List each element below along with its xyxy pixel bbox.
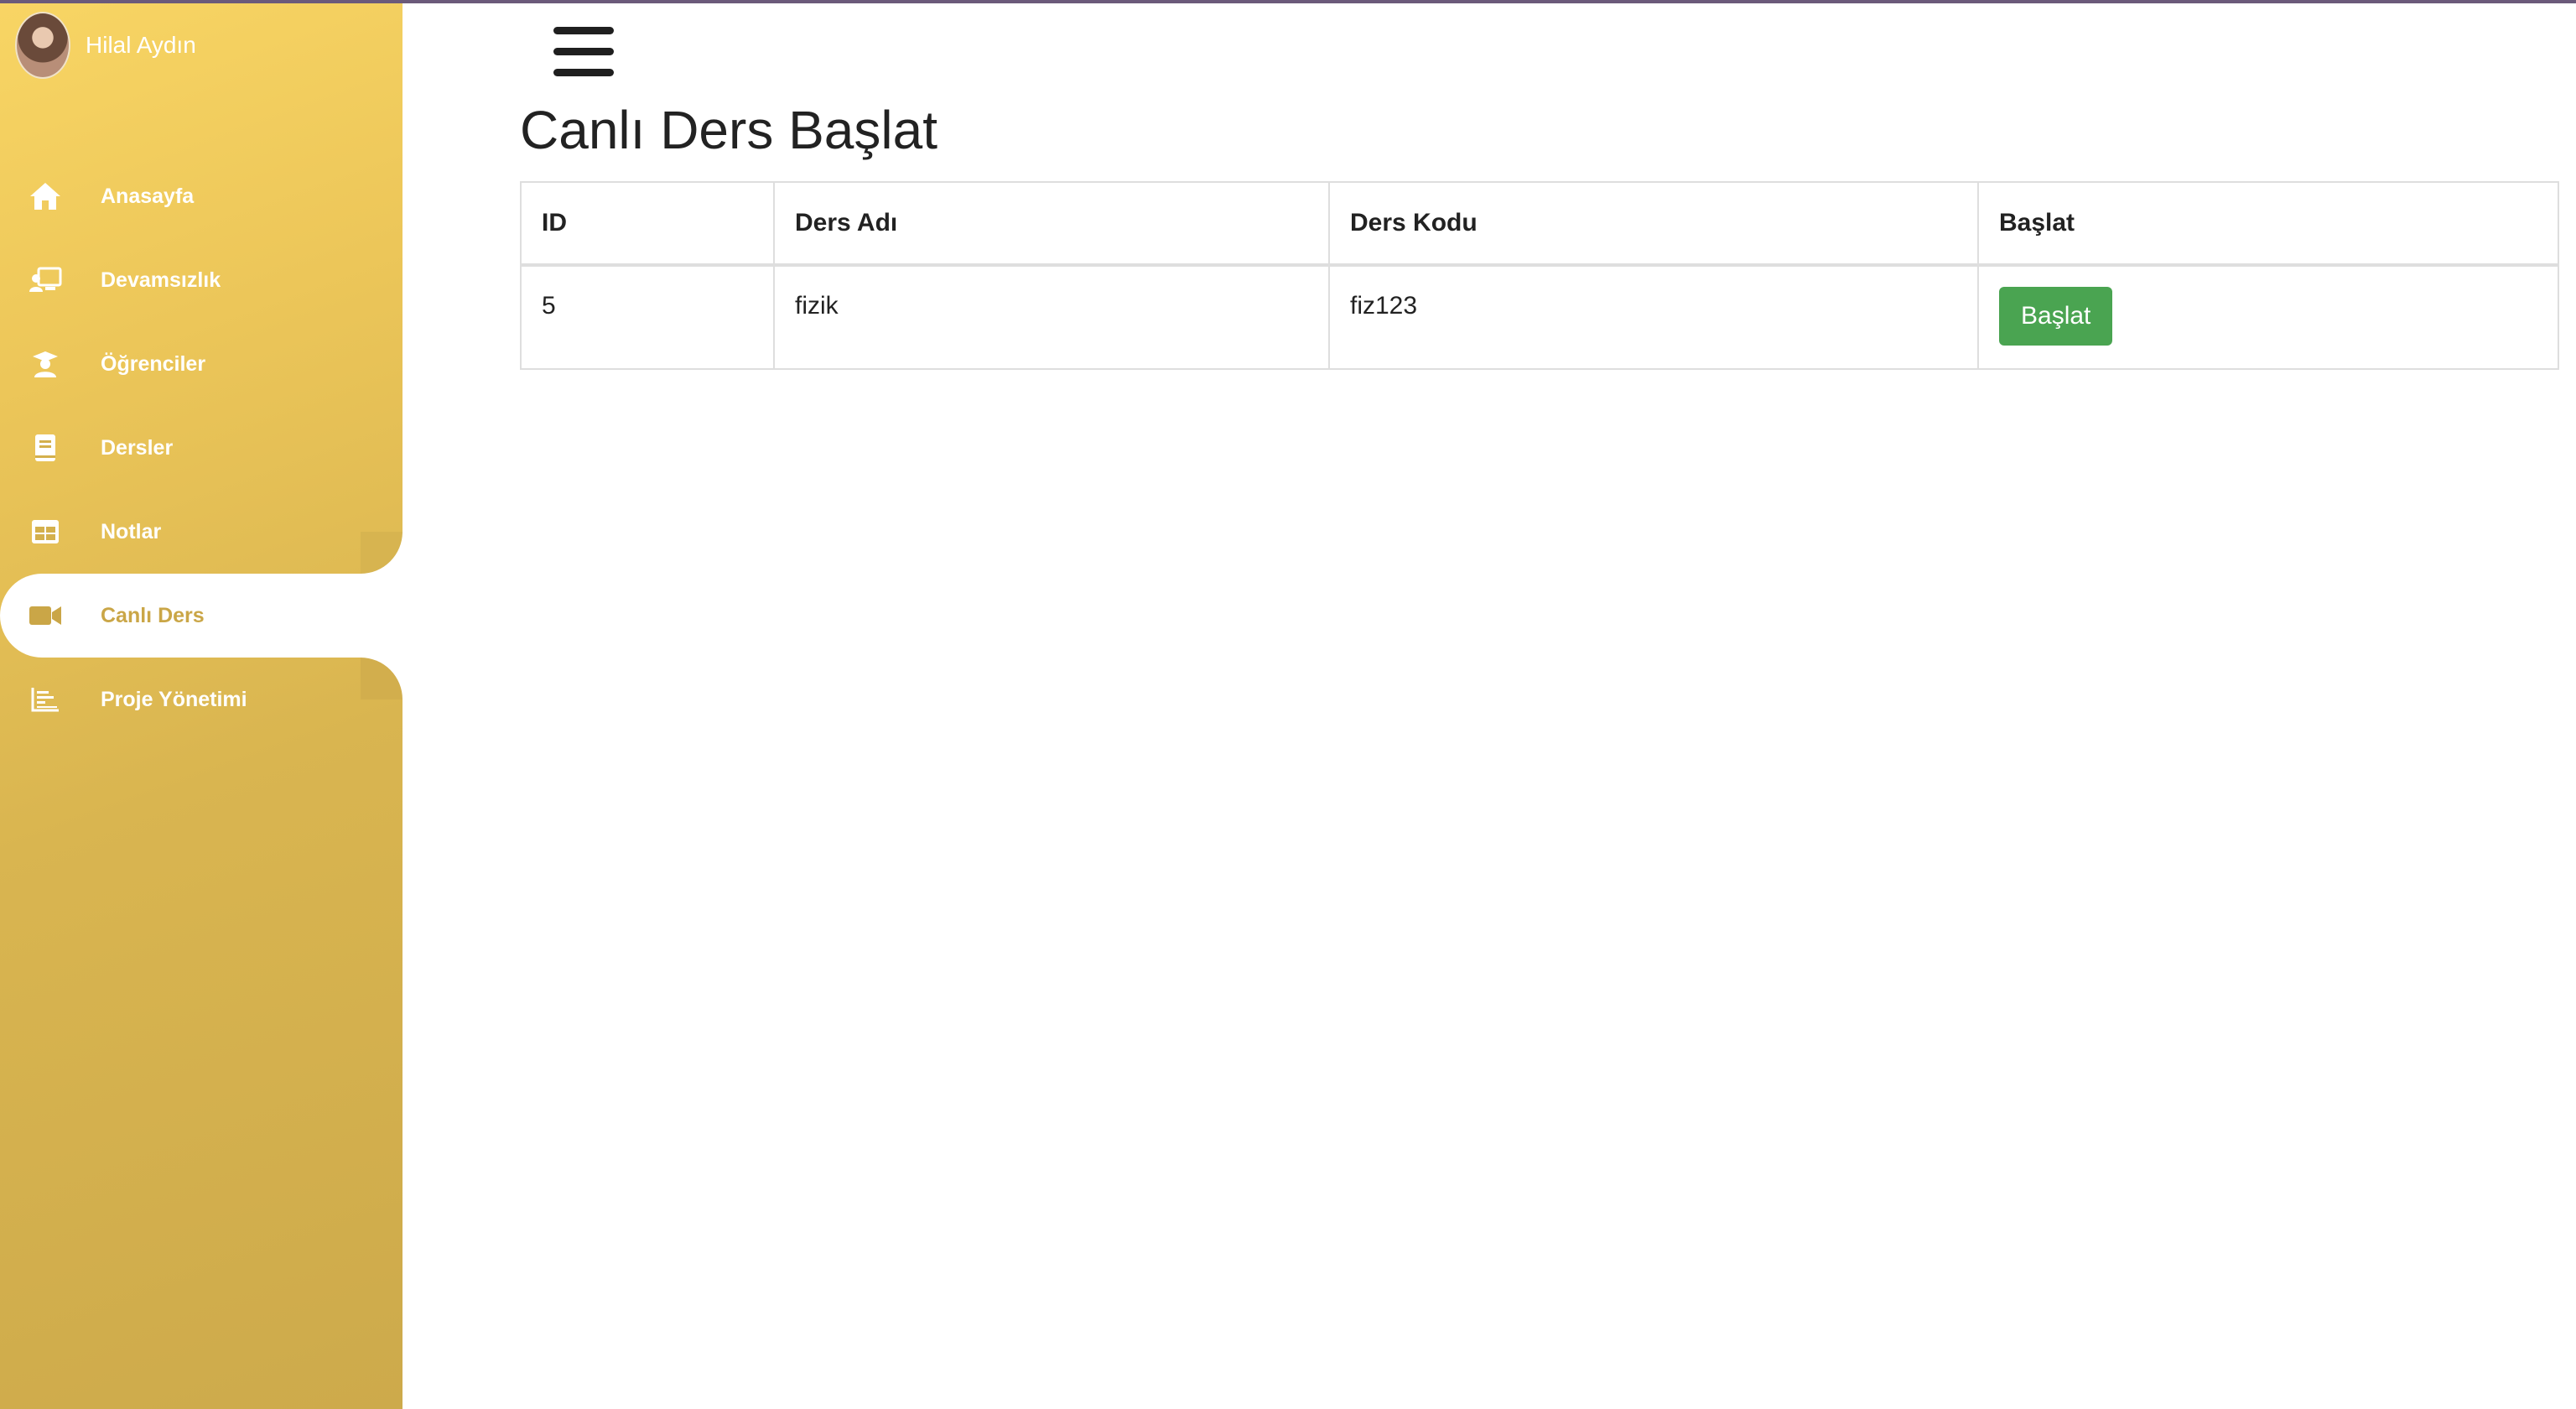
video-camera-icon xyxy=(29,599,62,632)
cell-id: 5 xyxy=(520,264,775,370)
sidebar-item-proje-yonetimi[interactable]: Proje Yönetimi xyxy=(0,658,402,741)
courses-table: ID Ders Adı Ders Kodu Başlat 5 fizik fiz… xyxy=(520,181,2559,370)
avatar[interactable] xyxy=(15,12,70,79)
column-header-start: Başlat xyxy=(1977,181,2559,267)
column-header-course-code: Ders Kodu xyxy=(1328,181,1979,267)
sidebar-item-anasayfa[interactable]: Anasayfa xyxy=(0,154,402,238)
sidebar-nav: Anasayfa Devamsızlık Öğrenciler Dersler … xyxy=(0,154,402,741)
start-live-lesson-button[interactable]: Başlat xyxy=(1999,287,2113,346)
table-row: 5 fizik fiz123 Başlat xyxy=(520,264,2559,370)
sidebar-item-ogrenciler[interactable]: Öğrenciler xyxy=(0,322,402,406)
page-title: Canlı Ders Başlat xyxy=(520,100,937,160)
sidebar-item-label: Öğrenciler xyxy=(101,351,206,376)
grades-table-icon xyxy=(29,515,62,549)
column-header-id: ID xyxy=(520,181,775,267)
sidebar-item-label: Proje Yönetimi xyxy=(101,687,247,711)
book-icon xyxy=(29,431,62,465)
sidebar-item-dersler[interactable]: Dersler xyxy=(0,406,402,490)
sidebar-item-label: Dersler xyxy=(101,435,174,460)
cell-course-code: fiz123 xyxy=(1328,264,1979,370)
cell-action: Başlat xyxy=(1977,264,2559,370)
top-border xyxy=(0,0,2576,3)
sidebar-item-label: Notlar xyxy=(101,519,162,543)
sidebar-item-label: Anasayfa xyxy=(101,184,195,208)
bar-chart-icon xyxy=(29,683,62,716)
home-icon xyxy=(29,179,62,213)
sidebar-item-label: Canlı Ders xyxy=(101,603,205,627)
sidebar-item-devamsizlik[interactable]: Devamsızlık xyxy=(0,238,402,322)
sidebar-item-label: Devamsızlık xyxy=(101,268,221,292)
main-content: Canlı Ders Başlat ID Ders Adı Ders Kodu … xyxy=(402,0,2576,1409)
sidebar-item-notlar[interactable]: Notlar xyxy=(0,490,402,574)
table-header-row: ID Ders Adı Ders Kodu Başlat xyxy=(520,181,2559,267)
attendance-icon xyxy=(29,263,62,297)
user-name: Hilal Aydın xyxy=(86,32,196,58)
hamburger-menu-icon[interactable] xyxy=(553,25,614,79)
user-profile[interactable]: Hilal Aydın xyxy=(15,12,196,79)
column-header-course-name: Ders Adı xyxy=(773,181,1330,267)
sidebar-item-canli-ders[interactable]: Canlı Ders xyxy=(0,574,402,658)
students-icon xyxy=(29,347,62,381)
cell-course-name: fizik xyxy=(773,264,1330,370)
sidebar: Hilal Aydın Anasayfa Devamsızlık Öğrenci… xyxy=(0,0,402,1409)
